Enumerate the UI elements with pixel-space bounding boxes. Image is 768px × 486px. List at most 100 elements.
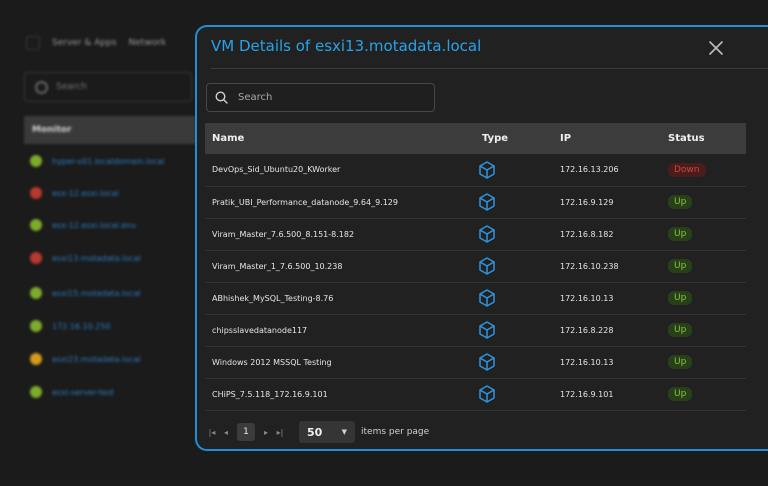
status-dot-icon xyxy=(30,386,42,398)
monitor-item[interactable]: esxi-server-test xyxy=(30,386,114,398)
page-size-value: 50 xyxy=(307,425,323,439)
table-row[interactable]: Viram_Master_1_7.6.500_10.238 172.16.10.2… xyxy=(205,250,746,282)
vm-cube-icon xyxy=(479,289,495,307)
table-row[interactable]: Viram_Master_7.6.500_8.151-8.182 172.16.8… xyxy=(205,218,746,250)
vm-name: Windows 2012 MSSQL Testing xyxy=(212,357,332,367)
vm-status: Up xyxy=(661,282,746,314)
monitor-item[interactable]: esxi15.motadata.local xyxy=(30,287,141,299)
status-dot-icon xyxy=(30,219,42,231)
last-page-icon[interactable]: ▸| xyxy=(273,423,287,441)
vm-ip: 172.16.8.228 xyxy=(560,325,614,335)
status-dot-icon xyxy=(30,187,42,199)
close-button[interactable] xyxy=(706,38,726,58)
sidebar-search-placeholder: Search xyxy=(56,82,87,92)
vm-type xyxy=(475,250,553,282)
status-badge: Up xyxy=(668,291,693,305)
vm-cube-icon xyxy=(479,225,495,243)
current-page[interactable]: 1 xyxy=(237,423,255,441)
vm-status: Up xyxy=(661,218,746,250)
vm-cube-icon xyxy=(479,353,495,371)
prev-page-icon[interactable]: ◂ xyxy=(219,423,233,441)
vm-cube-icon xyxy=(479,321,495,339)
monitor-header: Monitor xyxy=(24,116,196,144)
vm-type xyxy=(475,378,553,410)
status-dot-icon xyxy=(30,320,42,332)
vm-ip: 172.16.10.13 xyxy=(560,293,614,303)
status-dot-icon xyxy=(30,287,42,299)
vm-type xyxy=(475,154,553,186)
vm-type xyxy=(475,282,553,314)
vm-ip: 172.16.8.182 xyxy=(560,229,614,239)
close-icon xyxy=(709,41,723,55)
vm-ip: 172.16.10.13 xyxy=(560,357,614,367)
vm-ip: 172.16.9.129 xyxy=(560,197,614,207)
column-header-type[interactable]: Type xyxy=(475,123,553,154)
vm-type xyxy=(475,218,553,250)
vm-table: Name Type IP Status DevOps_Sid_Ubuntu20_… xyxy=(205,123,746,411)
search-box[interactable] xyxy=(206,83,435,112)
vm-cube-icon xyxy=(479,257,495,275)
vm-cube-icon xyxy=(479,385,495,403)
page-size-select[interactable]: 50 ▼ xyxy=(299,421,355,443)
vm-status: Up xyxy=(661,314,746,346)
status-badge: Up xyxy=(668,259,693,273)
table-row[interactable]: DevOps_Sid_Ubuntu20_KWorker 172.16.13.206… xyxy=(205,154,746,186)
search-icon xyxy=(215,91,228,104)
nav-server-apps[interactable]: Server & Apps xyxy=(52,38,117,48)
table-row[interactable]: Windows 2012 MSSQL Testing 172.16.10.13 Up xyxy=(205,346,746,378)
modal-title: VM Details of esxi13.motadata.local xyxy=(211,37,482,55)
next-page-icon[interactable]: ▸ xyxy=(259,423,273,441)
vm-name: Pratik_UBI_Performance_datanode_9.64_9.1… xyxy=(212,197,398,207)
status-dot-icon xyxy=(30,155,42,167)
status-badge: Up xyxy=(668,323,693,337)
vm-name: CHiPS_7.5.118_172.16.9.101 xyxy=(212,389,328,399)
column-header-name[interactable]: Name xyxy=(205,123,475,154)
monitor-item[interactable]: esxi13.motadata.local xyxy=(30,252,141,264)
vm-ip: 172.16.13.206 xyxy=(560,165,619,175)
monitor-item[interactable]: esxi23.motadata.local xyxy=(30,353,141,365)
vm-name: DevOps_Sid_Ubuntu20_KWorker xyxy=(212,165,341,175)
vm-name: chipsslavedatanode117 xyxy=(212,325,308,335)
search-input[interactable] xyxy=(236,91,420,104)
status-badge: Up xyxy=(668,195,693,209)
vm-ip: 172.16.9.101 xyxy=(560,389,614,399)
monitor-item[interactable]: esx-12.esxi.local xyxy=(30,187,119,199)
vm-status: Up xyxy=(661,346,746,378)
first-page-icon[interactable]: |◂ xyxy=(205,423,219,441)
vm-name: Viram_Master_1_7.6.500_10.238 xyxy=(212,261,343,271)
monitor-item[interactable]: hyper-v01.localdomain.local xyxy=(30,155,165,167)
vm-cube-icon xyxy=(479,193,495,211)
expand-icon[interactable] xyxy=(26,36,40,50)
table-row[interactable]: Pratik_UBI_Performance_datanode_9.64_9.1… xyxy=(205,186,746,218)
status-dot-icon xyxy=(30,353,42,365)
column-header-ip[interactable]: IP xyxy=(553,123,661,154)
pagination: |◂ ◂ 1 ▸ ▸| 50 ▼ items per page xyxy=(205,421,429,443)
table-row[interactable]: chipsslavedatanode117 172.16.8.228 Up xyxy=(205,314,746,346)
status-badge: Down xyxy=(668,162,706,177)
vm-ip: 172.16.10.238 xyxy=(560,261,619,271)
nav-network[interactable]: Network xyxy=(129,38,167,48)
status-badge: Up xyxy=(668,387,693,401)
vm-type xyxy=(475,314,553,346)
vm-type xyxy=(475,186,553,218)
monitor-item[interactable]: esx-12.esxi.local.env xyxy=(30,219,136,231)
table-header-row: Name Type IP Status xyxy=(205,123,746,154)
vm-name: ABhishek_MySQL_Testing-8.76 xyxy=(212,293,334,303)
vm-details-modal: VM Details of esxi13.motadata.local Name… xyxy=(195,25,768,451)
table-row[interactable]: ABhishek_MySQL_Testing-8.76 172.16.10.13 U… xyxy=(205,282,746,314)
column-header-status[interactable]: Status xyxy=(661,123,746,154)
vm-type xyxy=(475,346,553,378)
monitor-item[interactable]: 172.16.10.250 xyxy=(30,320,111,332)
vm-status: Up xyxy=(661,186,746,218)
items-per-page-label: items per page xyxy=(361,427,430,437)
top-nav: Server & Apps Network xyxy=(26,36,166,50)
vm-status: Down xyxy=(661,154,746,186)
header-divider xyxy=(211,68,768,69)
vm-status: Up xyxy=(661,250,746,282)
status-dot-icon xyxy=(30,252,42,264)
table-row[interactable]: CHiPS_7.5.118_172.16.9.101 172.16.9.101 Up xyxy=(205,378,746,410)
vm-cube-icon xyxy=(479,161,495,179)
search-icon xyxy=(35,80,48,94)
status-badge: Up xyxy=(668,355,693,369)
sidebar-search[interactable]: Search xyxy=(24,72,192,102)
